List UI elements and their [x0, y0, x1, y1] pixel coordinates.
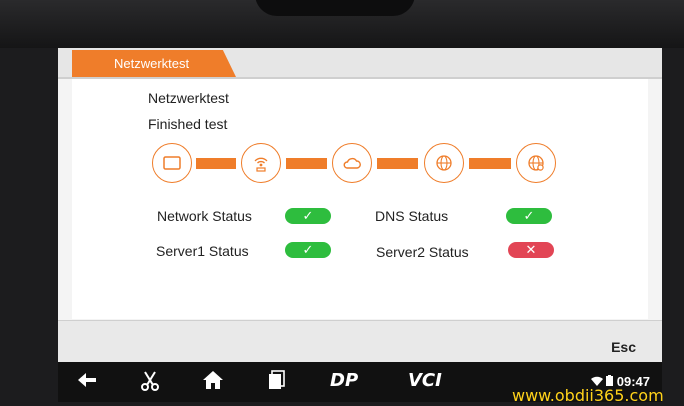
- dns-status-label: DNS Status: [375, 208, 449, 224]
- chain-link: [286, 158, 327, 169]
- network-status-label: Network Status: [157, 208, 252, 224]
- wifi-router-icon: [241, 143, 281, 183]
- server1-status-label: Server1 Status: [156, 243, 249, 259]
- tab-label: Netzwerktest: [114, 56, 190, 71]
- title-bar: Netzwerktest: [58, 48, 662, 78]
- globe-icon: [424, 143, 464, 183]
- watermark: www.obdii365.com: [512, 386, 664, 405]
- globe-gear-icon: [516, 143, 556, 183]
- esc-button[interactable]: Esc: [611, 339, 636, 355]
- screen: Netzwerktest Netzwerktest Finished test: [58, 48, 662, 362]
- network-status-badge: ✓: [285, 208, 331, 224]
- home-icon[interactable]: [202, 370, 224, 395]
- dns-status-badge: ✓: [506, 208, 552, 224]
- dp-button[interactable]: DP: [330, 370, 358, 391]
- content-panel: Netzwerktest Finished test Network Statu…: [72, 79, 648, 319]
- chain-link: [469, 158, 511, 169]
- page-title: Netzwerktest: [148, 90, 229, 106]
- device-icon: [152, 143, 192, 183]
- cloud-icon: [332, 143, 372, 183]
- chain-link: [377, 158, 418, 169]
- server2-status-badge: ✕: [508, 242, 554, 258]
- server2-status-label: Server2 Status: [376, 244, 469, 260]
- scissors-icon[interactable]: [140, 370, 160, 397]
- recent-apps-icon[interactable]: [268, 370, 286, 395]
- device-logo-plate: [255, 0, 415, 16]
- footer-bar: Esc: [58, 320, 662, 362]
- server1-status-badge: ✓: [285, 242, 331, 258]
- test-status-text: Finished test: [148, 116, 228, 132]
- device-bezel: [0, 0, 684, 48]
- tab-netzwerktest[interactable]: Netzwerktest: [72, 50, 236, 77]
- vci-button[interactable]: VCI: [408, 370, 442, 391]
- chain-link: [196, 158, 236, 169]
- back-icon[interactable]: [76, 370, 100, 395]
